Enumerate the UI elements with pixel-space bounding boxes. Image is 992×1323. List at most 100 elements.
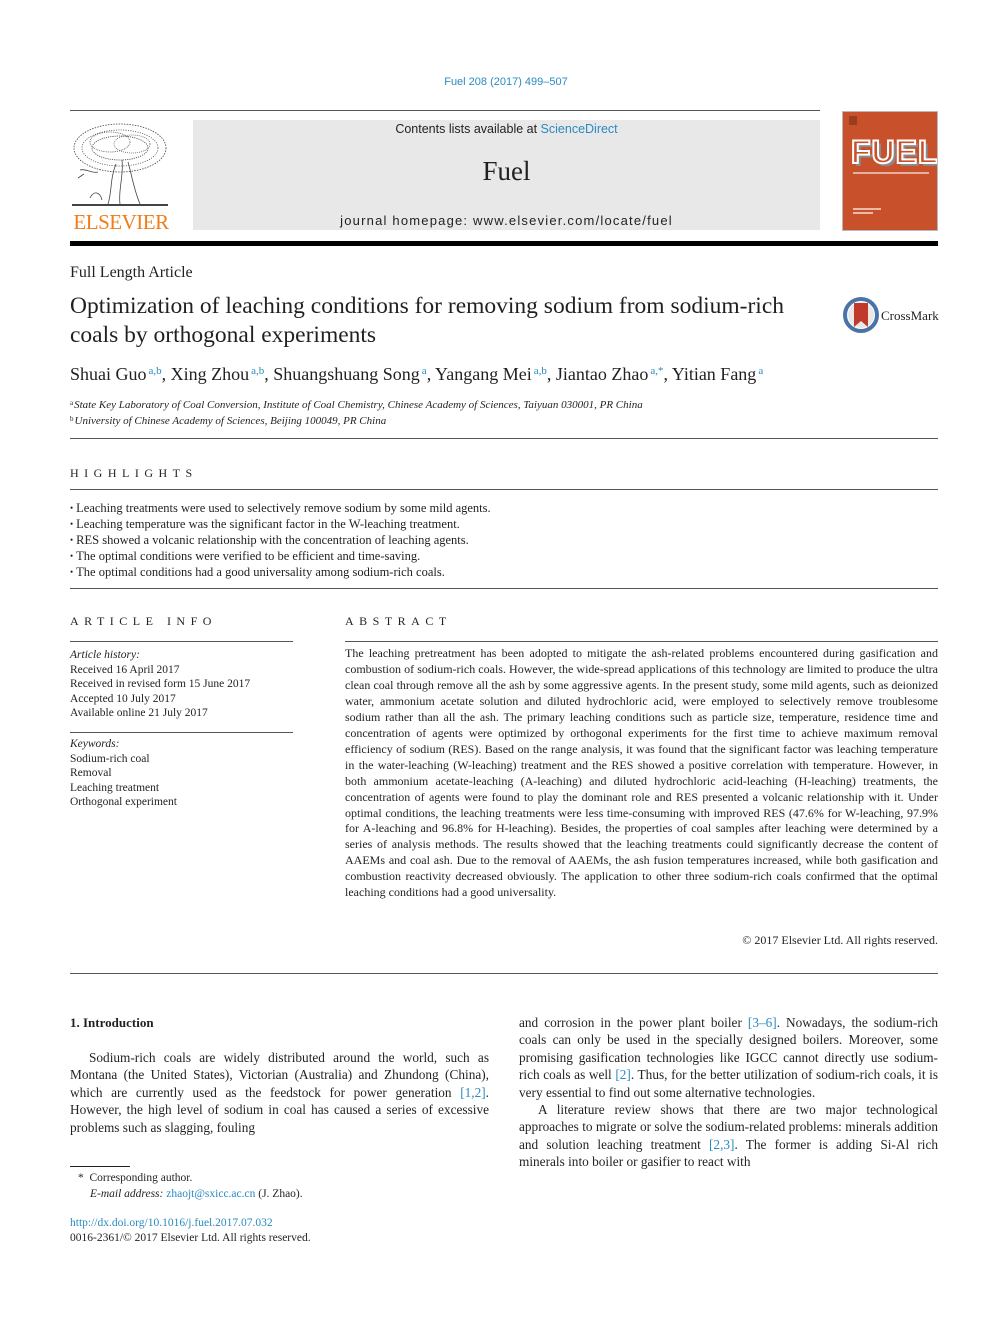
keyword: Leaching treatment xyxy=(70,781,160,794)
footnote-rule xyxy=(70,1166,130,1167)
author-list: Shuai Guo a,b, Xing Zhou a,b, Shuangshuang… xyxy=(70,364,764,384)
cover-elsevier-icon xyxy=(849,116,857,125)
footnote-star: * xyxy=(78,1172,84,1184)
cover-publisher-line xyxy=(853,208,881,210)
section-rule xyxy=(70,438,938,439)
highlight-item: The optimal conditions were verified to … xyxy=(70,548,491,564)
author-name: Yangang Mei xyxy=(435,364,532,384)
email-label: E-mail address: xyxy=(90,1188,164,1200)
author[interactable]: Shuai Guo a,b xyxy=(70,364,162,384)
footnotes: * Corresponding author. E-mail address: … xyxy=(78,1170,303,1202)
author-name: Xing Zhou xyxy=(170,364,250,384)
highlights-heading: HIGHLIGHTS xyxy=(70,466,198,480)
history-accepted: Accepted 10 July 2017 xyxy=(70,692,176,705)
author-name: Shuangshuang Song xyxy=(273,364,420,384)
highlight-item: RES showed a volcanic relationship with … xyxy=(70,532,491,548)
email-owner: (J. Zhao). xyxy=(255,1188,303,1200)
elsevier-wordmark: ELSEVIER xyxy=(73,210,169,234)
author-name: Yitian Fang xyxy=(671,364,757,384)
highlight-item: Leaching temperature was the significant… xyxy=(70,516,491,532)
history-received: Received 16 April 2017 xyxy=(70,663,180,676)
cover-subtitle xyxy=(853,172,929,174)
affiliation-mark: b xyxy=(70,415,74,423)
author[interactable]: Xing Zhou a,b xyxy=(171,364,265,384)
affiliation-text: State Key Laboratory of Coal Conversion,… xyxy=(74,399,643,411)
article-type: Full Length Article xyxy=(70,264,193,281)
body-text: and corrosion in the power plant boiler xyxy=(519,1015,748,1030)
keyword: Orthogonal experiment xyxy=(70,796,177,808)
crossmark-label: CrossMark xyxy=(881,308,939,323)
highlights-list: Leaching treatments were used to selecti… xyxy=(70,500,491,580)
reference-link[interactable]: [1,2] xyxy=(460,1085,485,1100)
journal-name: Fuel xyxy=(482,156,531,186)
section-rule xyxy=(70,588,938,589)
affiliation-text: University of Chinese Academy of Science… xyxy=(74,415,387,427)
affiliation-mark: a xyxy=(70,399,74,407)
reference-link[interactable]: [2,3] xyxy=(709,1137,734,1152)
email-note: E-mail address: zhaojt@sxicc.ac.cn (J. Z… xyxy=(78,1186,303,1202)
history-revised: Received in revised form 15 June 2017 xyxy=(70,678,251,690)
journal-citation-link[interactable]: Fuel 208 (2017) 499–507 xyxy=(0,76,992,88)
cover-title: FUEL xyxy=(850,133,938,171)
author-affiliation-mark[interactable]: a xyxy=(758,365,763,377)
intro-right-column: and corrosion in the power plant boiler … xyxy=(519,1014,938,1171)
elsevier-logo[interactable]: ELSEVIER xyxy=(70,120,172,234)
author[interactable]: Yangang Mei a,b xyxy=(435,364,547,384)
sciencedirect-link[interactable]: ScienceDirect xyxy=(541,122,618,136)
keyword: Removal xyxy=(70,767,112,779)
section-rule xyxy=(345,641,938,642)
journal-cover-thumbnail[interactable]: FUEL xyxy=(842,111,938,231)
email-link[interactable]: zhaojt@sxicc.ac.cn xyxy=(166,1188,255,1200)
section-rule xyxy=(70,489,938,490)
header-rule xyxy=(70,110,820,111)
author-affiliation-mark[interactable]: a,* xyxy=(650,365,663,377)
cover-publisher-line xyxy=(853,212,873,214)
author[interactable]: Yitian Fang a xyxy=(672,364,763,384)
author-name: Shuai Guo xyxy=(70,364,147,384)
issn-copyright: 0016-2361/© 2017 Elsevier Ltd. All right… xyxy=(70,1232,311,1244)
intro-paragraph-2: A literature review shows that there are… xyxy=(519,1101,938,1171)
corresponding-author-note: * Corresponding author. xyxy=(78,1170,303,1186)
journal-homepage-link[interactable]: journal homepage: www.elsevier.com/locat… xyxy=(193,213,820,228)
affiliation-b: bUniversity of Chinese Academy of Scienc… xyxy=(70,412,643,428)
keywords-label: Keywords: xyxy=(70,738,120,750)
contents-prefix: Contents lists available at xyxy=(395,122,541,136)
abstract-heading: ABSTRACT xyxy=(345,614,452,628)
intro-paragraph-1: Sodium-rich coals are widely distributed… xyxy=(70,1049,489,1136)
article-title: Optimization of leaching conditions for … xyxy=(70,293,785,348)
crossmark-button[interactable]: CrossMark xyxy=(843,297,943,333)
reference-link[interactable]: [3–6] xyxy=(748,1015,777,1030)
author-name: Jiantao Zhao xyxy=(555,364,649,384)
journal-masthead: Contents lists available at ScienceDirec… xyxy=(193,120,820,230)
keywords: Keywords: Sodium-rich coal Removal Leach… xyxy=(70,737,177,810)
history-label: Article history: xyxy=(70,649,140,661)
affiliations: aState Key Laboratory of Coal Conversion… xyxy=(70,396,643,428)
abstract-text: The leaching pretreatment has been adopt… xyxy=(345,646,938,900)
section-rule xyxy=(70,641,293,642)
reference-link[interactable]: [2] xyxy=(615,1067,631,1082)
keyword: Sodium-rich coal xyxy=(70,752,150,765)
crossmark-icon xyxy=(843,297,879,333)
doi-block: http://dx.doi.org/10.1016/j.fuel.2017.07… xyxy=(70,1216,311,1246)
introduction-heading: 1. Introduction xyxy=(70,1015,154,1030)
section-rule xyxy=(70,732,293,733)
author[interactable]: Jiantao Zhao a,* xyxy=(556,364,664,384)
header-thick-rule xyxy=(70,241,938,246)
article-info-heading: ARTICLE INFO xyxy=(70,614,217,628)
affiliation-a: aState Key Laboratory of Coal Conversion… xyxy=(70,396,643,412)
section-rule xyxy=(70,973,938,974)
contents-line: Contents lists available at ScienceDirec… xyxy=(193,122,820,136)
author[interactable]: Shuangshuang Song a xyxy=(273,364,426,384)
intro-paragraph-1-cont: and corrosion in the power plant boiler … xyxy=(519,1014,938,1101)
author-affiliation-mark[interactable]: a,b xyxy=(149,365,162,377)
author-affiliation-mark[interactable]: a,b xyxy=(251,365,264,377)
author-affiliation-mark[interactable]: a,b xyxy=(534,365,547,377)
highlight-item: The optimal conditions had a good univer… xyxy=(70,564,491,580)
doi-link[interactable]: http://dx.doi.org/10.1016/j.fuel.2017.07… xyxy=(70,1216,311,1231)
history-online: Available online 21 July 2017 xyxy=(70,707,208,719)
elsevier-tree-icon xyxy=(72,123,168,206)
article-history: Article history: Received 16 April 2017 … xyxy=(70,648,250,721)
footnote-text: Corresponding author. xyxy=(89,1172,193,1184)
author-affiliation-mark[interactable]: a xyxy=(422,365,427,377)
highlight-item: Leaching treatments were used to selecti… xyxy=(70,500,490,516)
